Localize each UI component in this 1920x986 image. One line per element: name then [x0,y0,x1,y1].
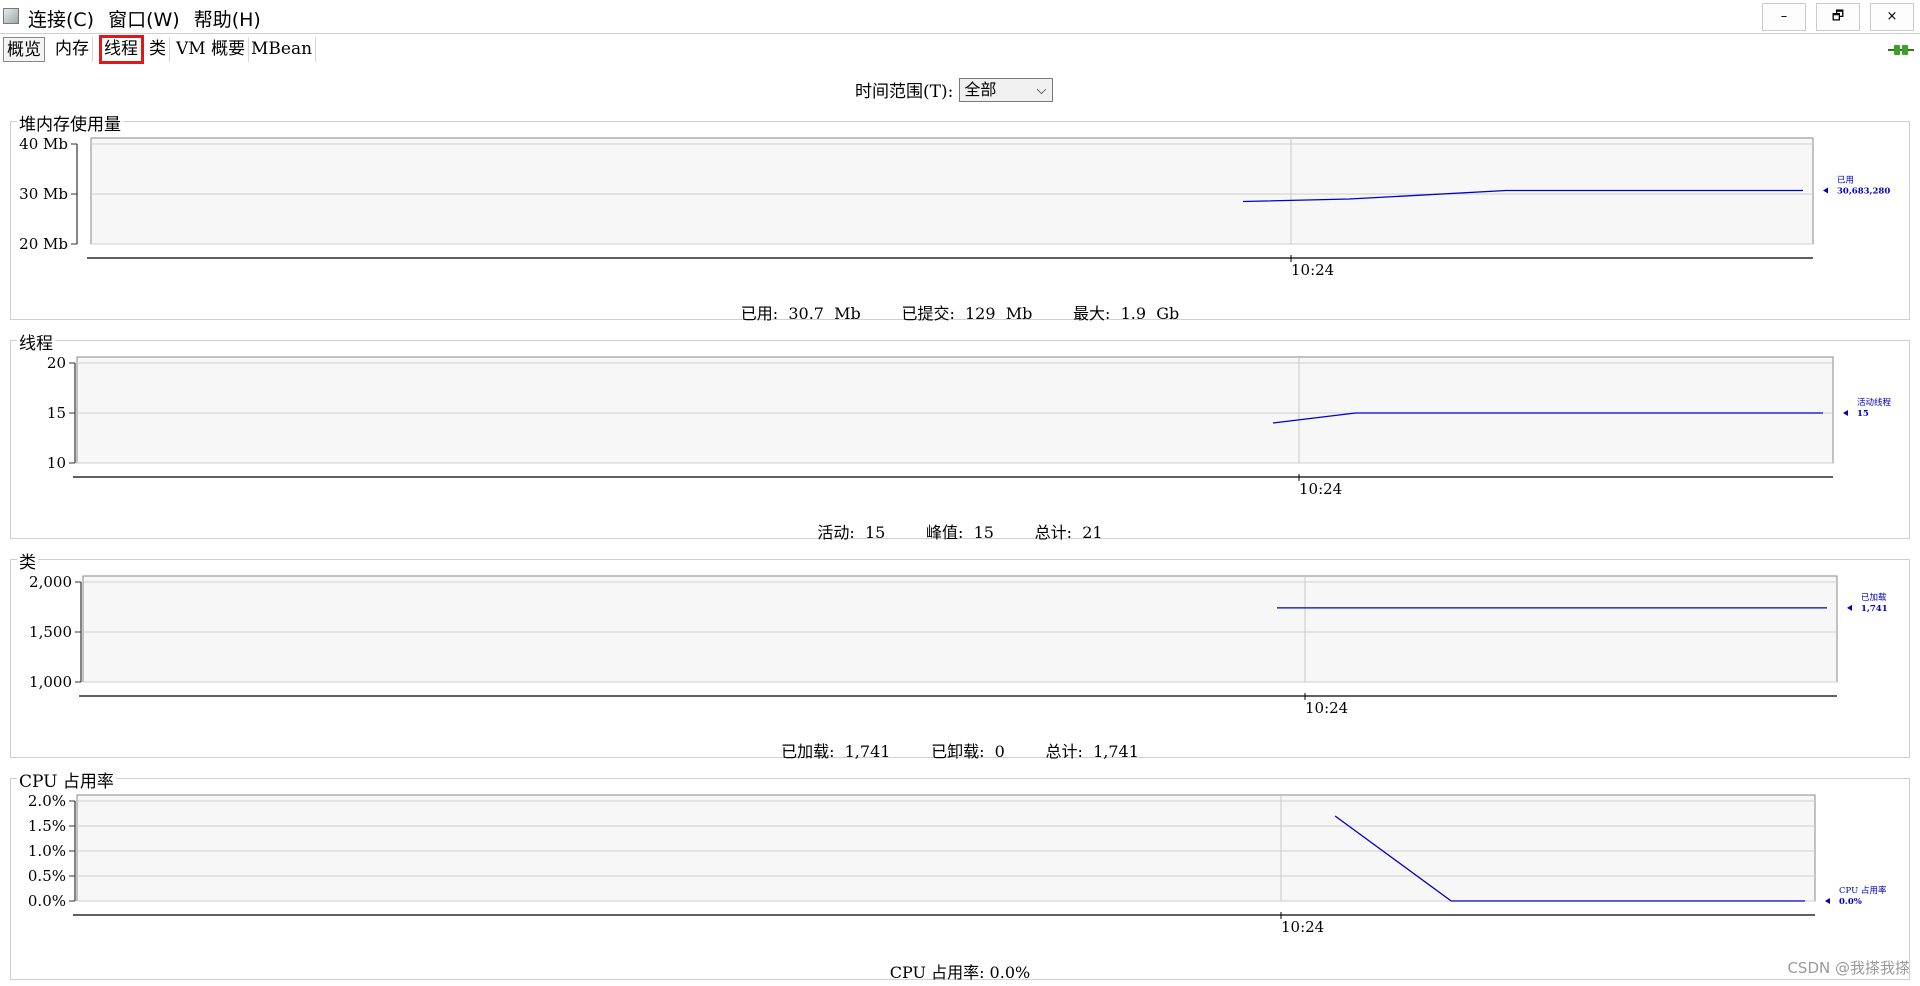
cpu-usage-panel: CPU 占用率 2.0% 1.5% 1.0% 0.5% 0.0% 10:24 CPU 占用率… [10,767,1910,982]
minimize-icon: – [1780,9,1788,24]
chevron-down-icon: ⌵ [1036,82,1047,98]
tab-threads[interactable]: 线程 [99,35,144,64]
close-button[interactable]: × [1870,3,1914,31]
heap-memory-chart: 40 Mb 30 Mb 20 Mb 10:24 已用30,683,280 [19,135,1890,279]
x-tick-label: 10:24 [1299,480,1342,498]
y-tick-label: 1,500 [29,623,72,641]
tab-mbean[interactable]: MBean [248,37,317,62]
legend-name: CPU 占用率 [1839,885,1887,896]
menu-window[interactable]: 窗口(W) [106,5,182,32]
classes-panel: 类 2,000 1,500 1,000 10:24 已加载 1,741 已加载: 1,74… [10,548,1910,761]
legend-value: 1,741 [1861,604,1888,614]
threads-summary: 活动: 15 峰值: 15 总计: 21 [817,523,1103,542]
time-range-value: 全部 [964,79,997,99]
y-tick-label: 30 Mb [19,185,68,203]
heap-summary: 已用: 30.7 Mb 已提交: 129 Mb 最大: 1.9 Gb [740,304,1180,323]
threads-panel: 线程 20 15 10 10:24 活动线程 15 活动: 15 峰值: 15 总计: 2… [10,329,1910,542]
tab-classes[interactable]: 类 [146,37,170,62]
legend-marker [1825,898,1830,904]
legend-name: 已用 [1837,176,1854,186]
y-tick-label: 10 [47,454,66,472]
heap-memory-panel: 堆内存使用量 40 Mb 30 Mb 20 Mb 10:24 已用 30,683,280 … [10,110,1910,323]
threads-chart: 20151010:24活动线程15 [47,354,1892,498]
title-bar: 连接(C) 窗口(W) 帮助(H) – 🗗 × [0,0,1920,34]
y-tick-label: 2,000 [29,573,72,591]
y-tick-label: 0.0% [28,892,66,910]
y-tick-label: 2.0% [28,792,66,810]
classes-summary: 已加载: 1,741 已卸载: 0 总计: 1,741 [781,742,1139,761]
tab-memory[interactable]: 内存 [52,37,93,62]
cpu-summary: CPU 占用率: 0.0% [889,963,1031,982]
x-tick-label: 10:24 [1291,261,1334,279]
y-tick-label: 20 [47,354,66,372]
tab-overview[interactable]: 概览 [3,37,45,62]
connection-plug-icon[interactable] [1888,44,1914,56]
y-tick-label: 20 Mb [19,235,68,253]
legend-name: 已加载 [1861,592,1887,603]
classes-chart: 2,000 1,500 1,000 10:24 已加载1,741 [29,573,1888,717]
time-range: 时间范围(T): 全部 ⌵ [855,77,1054,102]
y-tick-label: 1.5% [28,817,66,835]
plot-area [76,794,1816,902]
app-icon [3,8,19,24]
y-tick-label: 1.0% [28,842,66,860]
plot-area [82,575,1838,683]
close-icon: × [1886,9,1898,24]
plot-area [76,356,1834,464]
y-tick-label: 15 [47,404,66,422]
time-range-select[interactable]: 全部 ⌵ [959,77,1054,102]
legend-marker [1823,187,1828,194]
x-tick-label: 10:24 [1305,699,1348,717]
legend-value: 30,683,280 [1837,187,1890,197]
menu-connection[interactable]: 连接(C) [26,5,96,32]
x-tick-label: 10:24 [1281,918,1324,936]
tab-bar: 概览 内存 线程 类 VM 概要 MBean [0,35,1920,64]
legend-name: 活动线程 [1857,397,1892,408]
restore-button[interactable]: 🗗 [1816,3,1860,31]
legend-marker [1847,604,1852,611]
legend-marker [1843,410,1848,416]
y-tick-label: 0.5% [28,867,66,885]
watermark: CSDN @我搽我搽 [1787,959,1910,977]
minimize-button[interactable]: – [1762,3,1806,31]
time-range-label: 时间范围(T): [855,82,954,102]
legend-value: 0.0% [1839,897,1862,907]
menu-bar: 连接(C) 窗口(W) 帮助(H) [26,5,263,32]
y-tick-label: 40 Mb [19,135,68,153]
overview-content: 时间范围(T): 全部 ⌵ 堆内存使用量 40 Mb 30 Mb 20 Mb 10:2… [0,63,1920,986]
cpu-usage-chart: 2.0%1.5%1.0%0.5%0.0%10:24CPU 占用率0.0% [28,792,1887,936]
legend-value: 15 [1857,409,1869,419]
tab-vm-summary[interactable]: VM 概要 [173,37,250,62]
menu-help[interactable]: 帮助(H) [192,5,263,32]
restore-icon: 🗗 [1831,9,1845,24]
y-tick-label: 1,000 [29,673,72,691]
